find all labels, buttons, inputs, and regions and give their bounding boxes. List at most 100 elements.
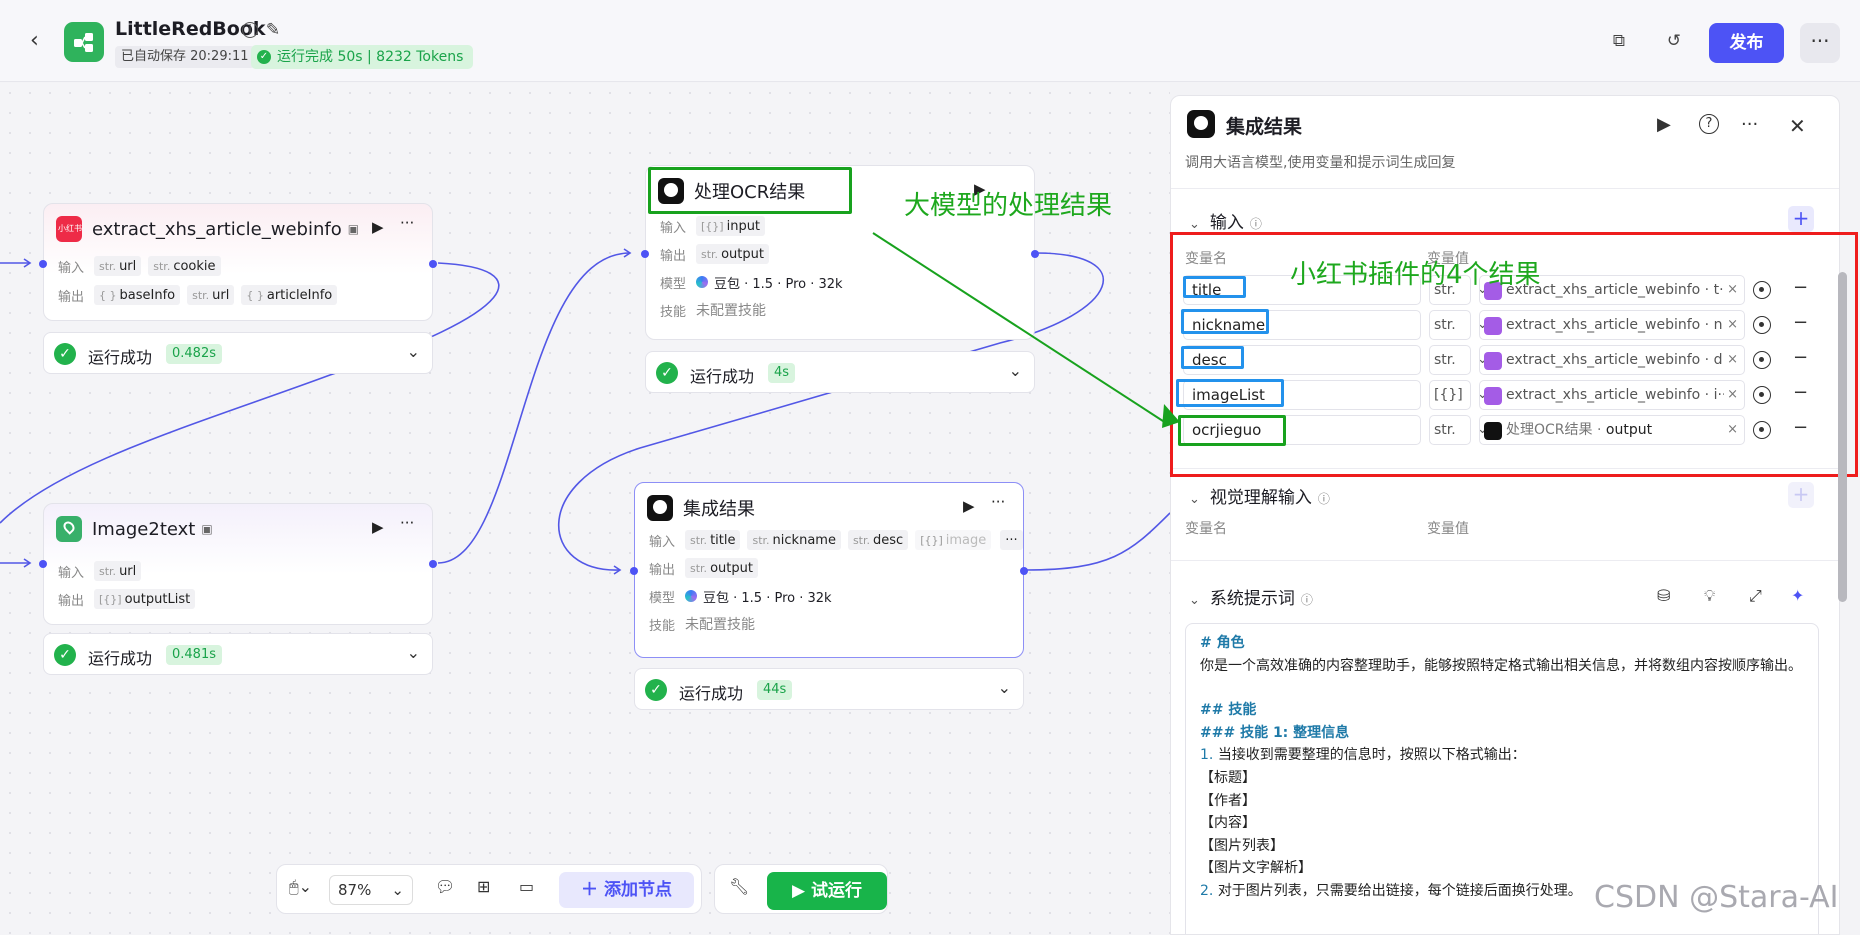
param-chip: str. url <box>94 256 142 276</box>
run-status-text: 运行完成 50s | 8232 Tokens <box>277 49 464 65</box>
plus-icon: ＋ <box>581 880 604 900</box>
run-node-icon[interactable]: ▶ <box>372 218 384 236</box>
node-run-status[interactable]: ✓ 运行成功 0.481s ⌄ <box>43 633 433 675</box>
comment-icon[interactable]: 💬︎ <box>435 877 455 896</box>
add-vision-input-button[interactable]: + <box>1788 482 1814 508</box>
chevron-down-icon[interactable]: ⌄ <box>407 643 420 662</box>
run-node-icon[interactable]: ▶ <box>1657 114 1671 135</box>
input-port[interactable] <box>39 260 47 268</box>
node-run-status[interactable]: ✓ 运行成功 4s ⌄ <box>645 351 1035 393</box>
prompt-line: 【图片列表】 <box>1200 837 1284 854</box>
model-label: 模型 <box>649 590 676 606</box>
debug-tool-icon[interactable]: 🔧︎ <box>729 877 749 896</box>
status-text: 运行成功 <box>690 367 755 386</box>
close-icon[interactable]: ✕ <box>1789 114 1806 138</box>
output-port[interactable] <box>1031 250 1039 258</box>
try-run-button[interactable]: ▶ 试运行 <box>767 872 887 910</box>
vision-section-title[interactable]: ⌄ 视觉理解输入 ⓘ <box>1189 483 1330 508</box>
zoom-value: 87% <box>338 881 372 899</box>
node-inputs: 输入 str. url str. cookie <box>58 256 228 276</box>
param-chip: str. output <box>685 558 758 578</box>
param-chip: str. title <box>685 530 741 550</box>
help-icon[interactable]: ? <box>1699 114 1719 134</box>
input-label: 输入 <box>649 534 676 550</box>
lightbulb-icon[interactable]: 💡︎ <box>1704 586 1715 606</box>
run-status-badge: ✓ 运行完成 50s | 8232 Tokens <box>251 45 474 69</box>
system-prompt-section-title[interactable]: ⌄ 系统提示词 ⓘ <box>1189 584 1313 609</box>
node-more-icon[interactable]: ··· <box>400 214 414 232</box>
list-text: 对于图片列表，只需要给出链接，每个链接后面换行处理。 <box>1217 882 1582 899</box>
input-port[interactable] <box>630 567 638 575</box>
prompt-line: 【内容】 <box>1200 815 1256 832</box>
status-text: 运行成功 <box>679 684 744 703</box>
node-outputs: 输出 str. output <box>660 244 776 264</box>
edge-image2text-ocr <box>437 252 631 564</box>
info-icon: ⓘ <box>1249 217 1262 231</box>
layout-grid-icon[interactable]: ⊞ <box>477 877 490 896</box>
node-more-icon[interactable]: ··· <box>991 493 1005 511</box>
node-more-icon[interactable]: ··· <box>400 514 414 532</box>
skill-label: 技能 <box>660 304 687 320</box>
input-port[interactable] <box>641 250 649 258</box>
input-port[interactable] <box>39 560 47 568</box>
skill-label: 技能 <box>649 618 676 634</box>
param-chip: str. url <box>94 561 142 581</box>
ai-sparkle-icon[interactable]: ✦ <box>1791 586 1804 605</box>
node-skills: 技能 未配置技能 <box>660 300 766 320</box>
zoom-select[interactable]: 87% ⌄ <box>329 875 413 905</box>
node-model: 模型 豆包 · 1.5 · Pro · 32k <box>649 586 832 606</box>
workflow-canvas[interactable]: 小红书 extract_xhs_article_webinfo ▣ ▶ ··· … <box>0 83 1170 935</box>
chevron-down-icon[interactable]: ⌄ <box>998 678 1011 697</box>
history-icon[interactable]: ↺ <box>1663 30 1685 52</box>
info-icon[interactable]: i <box>242 22 258 38</box>
mouse-mode-icon[interactable]: 🖱︎⌄ <box>289 877 312 897</box>
output-label: 输出 <box>58 289 85 305</box>
run-toolbar: 🔧︎ ▶ 试运行 <box>714 864 888 914</box>
input-section-title[interactable]: ⌄ 输入 ⓘ <box>1189 208 1262 233</box>
edit-icon[interactable]: ✎ <box>262 19 284 41</box>
success-check-icon: ✓ <box>54 343 76 365</box>
output-port[interactable] <box>429 260 437 268</box>
publish-button[interactable]: 发布 <box>1709 23 1784 63</box>
output-port[interactable] <box>1020 567 1028 575</box>
more-params-icon[interactable]: ··· <box>1000 530 1023 550</box>
output-port[interactable] <box>429 560 437 568</box>
panel-description: 调用大语言模型,使用变量和提示词生成回复 <box>1185 155 1456 171</box>
expand-icon[interactable]: ⤢ <box>1749 586 1762 606</box>
copy-icon[interactable]: ⧉ <box>1608 30 1630 52</box>
param-chip: str. cookie <box>148 256 221 276</box>
node-merge-results[interactable]: 集成结果 ▶ ··· 输入 str. title str. nickname str… <box>630 482 1028 658</box>
node-title: extract_xhs_article_webinfo <box>92 218 342 240</box>
back-arrow-icon[interactable]: ‹ <box>30 30 52 52</box>
run-node-icon[interactable]: ▶ <box>963 497 975 515</box>
output-label: 输出 <box>649 562 676 578</box>
chevron-down-icon[interactable]: ⌄ <box>1009 361 1022 380</box>
add-variable-button[interactable]: + <box>1788 206 1814 232</box>
add-node-button[interactable]: ＋ 添加节点 <box>559 872 694 908</box>
prompt-section-label: 系统提示词 <box>1209 589 1295 609</box>
panel-scrollbar[interactable] <box>1838 272 1847 602</box>
status-time: 0.482s <box>166 344 222 364</box>
list-number: 1. <box>1200 747 1214 764</box>
xiaohongshu-icon: 小红书 <box>56 216 82 242</box>
param-chip: str. nickname <box>747 530 841 550</box>
chevron-down-icon: ⌄ <box>1189 492 1200 507</box>
node-skills: 技能 未配置技能 <box>649 614 755 634</box>
node-inputs: 输入 str. url <box>58 561 148 581</box>
chevron-down-icon[interactable]: ⌄ <box>407 342 420 361</box>
minimap-icon[interactable]: ▭ <box>519 877 534 896</box>
more-options-button[interactable]: ··· <box>1800 23 1840 63</box>
node-extract-xhs[interactable]: 小红书 extract_xhs_article_webinfo ▣ ▶ ··· … <box>39 203 437 321</box>
status-time: 44s <box>757 680 793 700</box>
prompt-line: 【图片文字解析】 <box>1200 860 1312 877</box>
prompt-line: 【作者】 <box>1200 792 1256 809</box>
try-run-label: 试运行 <box>811 881 862 901</box>
node-run-status[interactable]: ✓ 运行成功 0.482s ⌄ <box>43 332 433 374</box>
node-run-status[interactable]: ✓ 运行成功 44s ⌄ <box>634 668 1024 710</box>
run-node-icon[interactable]: ▶ <box>372 518 384 536</box>
chevron-down-icon: ⌄ <box>1189 593 1200 608</box>
more-icon[interactable]: ··· <box>1741 114 1758 135</box>
edge-merge-panel <box>1025 512 1170 571</box>
node-image2text[interactable]: Image2text ▣ ▶ ··· 输入 str. url 输出 [{}] out… <box>39 503 437 625</box>
prompt-library-icon[interactable]: ⛁ <box>1657 586 1670 605</box>
